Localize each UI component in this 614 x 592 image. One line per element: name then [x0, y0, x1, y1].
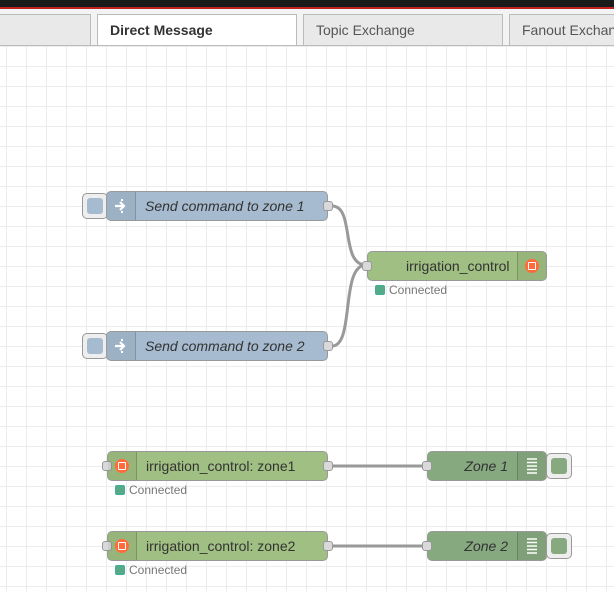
amqp-out-label: irrigation_control — [406, 258, 510, 274]
input-port[interactable] — [362, 261, 372, 271]
amqp-icon — [115, 459, 129, 473]
debug-node-zone-1[interactable]: Zone 1 — [422, 451, 547, 481]
wire-inject2-to-amqp-out — [331, 263, 367, 348]
inject-node-zone-2[interactable]: Send command to zone 2 — [106, 331, 333, 361]
workspace-tabs: Direct Message Topic Exchange Fanout Exc… — [0, 9, 614, 46]
amqp-in-zone1-status: Connected — [115, 483, 187, 497]
wire-inject1-to-amqp-out — [331, 204, 367, 267]
debug-toggle-zone-1[interactable] — [546, 453, 572, 479]
inject-node-label: Send command to zone 2 — [145, 338, 305, 354]
debug-list-icon — [517, 452, 546, 480]
input-port[interactable] — [422, 461, 432, 471]
flow-editor: Direct Message Topic Exchange Fanout Exc… — [0, 0, 614, 592]
header-bar — [0, 0, 614, 7]
amqp-out-node[interactable]: irrigation_control — [362, 251, 547, 281]
amqp-in-label: irrigation_control: zone2 — [146, 538, 296, 554]
arrow-in-icon — [107, 192, 136, 220]
flow-canvas[interactable]: Send command to zone 1 Send command to z… — [0, 46, 614, 592]
amqp-icon — [525, 259, 539, 273]
output-port[interactable] — [323, 461, 333, 471]
amqp-in-label: irrigation_control: zone1 — [146, 458, 296, 474]
debug-node-label: Zone 2 — [464, 538, 508, 554]
inject-button-zone-2[interactable] — [82, 333, 108, 359]
amqp-out-status: Connected — [375, 283, 447, 297]
amqp-in-node-zone1[interactable]: irrigation_control: zone1 — [102, 451, 333, 481]
amqp-in-zone2-status: Connected — [115, 563, 187, 577]
inject-button-zone-1[interactable] — [82, 193, 108, 219]
amqp-icon — [115, 539, 129, 553]
amqp-icon-wrap — [108, 452, 137, 480]
arrow-in-icon — [107, 332, 136, 360]
status-dot-icon — [375, 285, 385, 295]
debug-toggle-zone-2[interactable] — [546, 533, 572, 559]
output-port[interactable] — [323, 201, 333, 211]
inject-node-zone-1[interactable]: Send command to zone 1 — [106, 191, 333, 221]
wires — [331, 204, 426, 548]
amqp-in-node-zone2[interactable]: irrigation_control: zone2 — [102, 531, 333, 561]
input-port[interactable] — [422, 541, 432, 551]
debug-list-icon — [517, 532, 546, 560]
debug-node-label: Zone 1 — [464, 458, 508, 474]
inject-node-label: Send command to zone 1 — [145, 198, 305, 214]
tab-direct-message[interactable]: Direct Message — [97, 14, 297, 45]
amqp-icon-wrap — [108, 532, 137, 560]
status-dot-icon — [115, 565, 125, 575]
output-port[interactable] — [323, 341, 333, 351]
output-port[interactable] — [323, 541, 333, 551]
tab-topic-exchange[interactable]: Topic Exchange — [303, 14, 503, 45]
status-dot-icon — [115, 485, 125, 495]
debug-node-zone-2[interactable]: Zone 2 — [422, 531, 547, 561]
tab-fanout-exchange[interactable]: Fanout Exchange — [509, 14, 614, 45]
tab-flow-previous[interactable] — [0, 14, 91, 45]
amqp-icon-wrap — [517, 252, 546, 280]
